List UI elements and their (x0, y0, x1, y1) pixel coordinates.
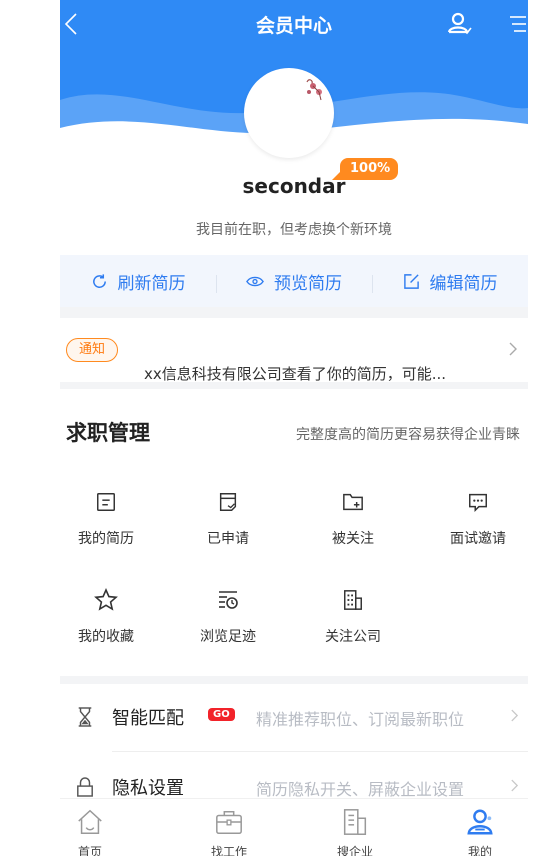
interview-invite-item[interactable]: 面试邀请 (428, 486, 528, 548)
chevron-right-icon (511, 779, 519, 792)
followed-item[interactable]: 被关注 (303, 486, 403, 548)
interview-chat-icon (469, 493, 487, 513)
tab-search-company-label: 搜企业 (336, 845, 373, 856)
chevron-right-icon (509, 342, 517, 356)
refresh-resume-label: 刷新简历 (117, 273, 186, 294)
notice-tag: 通知 (66, 338, 119, 362)
smart-match-desc: 精准推荐职位、订阅最新职位 (256, 710, 465, 729)
preview-resume-button[interactable]: 预览简历 (216, 269, 372, 294)
section-gap (60, 307, 528, 318)
followed-company-item[interactable]: 关注公司 (303, 584, 403, 646)
edit-icon (403, 273, 419, 289)
tab-home-label: 首页 (77, 845, 102, 856)
go-badge: GO (208, 708, 235, 721)
username: secondar (242, 174, 346, 198)
applied-item[interactable]: 已申请 (178, 486, 278, 548)
divider (112, 751, 528, 752)
resume-action-bar: 刷新简历 预览简历 编辑简历 (60, 255, 528, 307)
my-resume-item[interactable]: 我的简历 (60, 486, 156, 548)
preview-resume-label: 预览简历 (274, 273, 342, 294)
tab-find-job-label: 找工作 (210, 845, 247, 856)
followed-folder-icon (343, 493, 363, 511)
star-icon (94, 588, 118, 611)
edit-resume-label: 编辑简历 (429, 273, 498, 294)
job-management-title: 求职管理 (66, 421, 150, 445)
history-item[interactable]: 浏览足迹 (178, 584, 278, 646)
profile-icon (467, 809, 493, 835)
flower-decoration (306, 79, 322, 101)
user-check-icon[interactable] (446, 10, 474, 38)
tab-mine-label: 我的 (467, 845, 492, 856)
chevron-right-icon (511, 709, 519, 722)
tab-find-job[interactable]: 找工作 (189, 805, 269, 856)
section-gap (60, 382, 528, 389)
privacy-settings-desc: 简历隐私开关、屏蔽企业设置 (256, 780, 465, 799)
company-icon (343, 809, 367, 835)
refresh-resume-button[interactable]: 刷新简历 (60, 269, 216, 294)
member-center-page: 会员中心 100% secondar 我目前在职，但考虑换个新环境 刷新简历 预… (60, 0, 528, 856)
history-icon (219, 591, 238, 609)
followed-label: 被关注 (332, 531, 374, 547)
menu-icon[interactable] (506, 13, 528, 35)
favorites-label: 我的收藏 (78, 629, 134, 645)
tab-mine[interactable]: 我的 (440, 805, 520, 856)
job-management-hint: 完整度高的简历更容易获得企业青睐 (296, 427, 520, 443)
tab-home[interactable]: 首页 (60, 805, 130, 856)
section-gap (60, 676, 528, 684)
tab-search-company[interactable]: 搜企业 (315, 805, 395, 856)
applied-icon (219, 493, 237, 511)
smart-match-row[interactable]: 智能匹配 GO 精准推荐职位、订阅最新职位 (60, 694, 528, 742)
hourglass-icon (78, 707, 92, 727)
home-icon (78, 809, 102, 834)
notice-banner[interactable]: 通知 xx信息科技有限公司查看了你的简历，可能... (60, 318, 528, 383)
eye-icon (246, 276, 264, 286)
edit-resume-button[interactable]: 编辑简历 (372, 269, 528, 294)
followed-company-label: 关注公司 (325, 629, 381, 645)
privacy-settings-name: 隐私设置 (112, 778, 184, 799)
resume-icon (97, 493, 115, 511)
completeness-badge: 100% (331, 158, 399, 180)
refresh-icon (92, 273, 106, 288)
briefcase-icon (216, 810, 242, 834)
interview-invite-label: 面试邀请 (450, 531, 506, 547)
smart-match-name: 智能匹配 (112, 708, 184, 729)
avatar[interactable] (244, 68, 334, 158)
bottom-tab-bar: 首页 找工作 搜企业 我的 (60, 798, 528, 856)
my-resume-label: 我的简历 (78, 531, 134, 547)
job-status[interactable]: 我目前在职，但考虑换个新环境 (60, 219, 528, 239)
notice-text: xx信息科技有限公司查看了你的简历，可能... (144, 365, 447, 383)
building-icon (344, 590, 362, 610)
applied-label: 已申请 (207, 531, 249, 547)
lock-icon (77, 777, 93, 797)
favorites-item[interactable]: 我的收藏 (60, 584, 156, 646)
history-label: 浏览足迹 (200, 629, 256, 645)
top-navigation-bar: 会员中心 (60, 0, 528, 50)
